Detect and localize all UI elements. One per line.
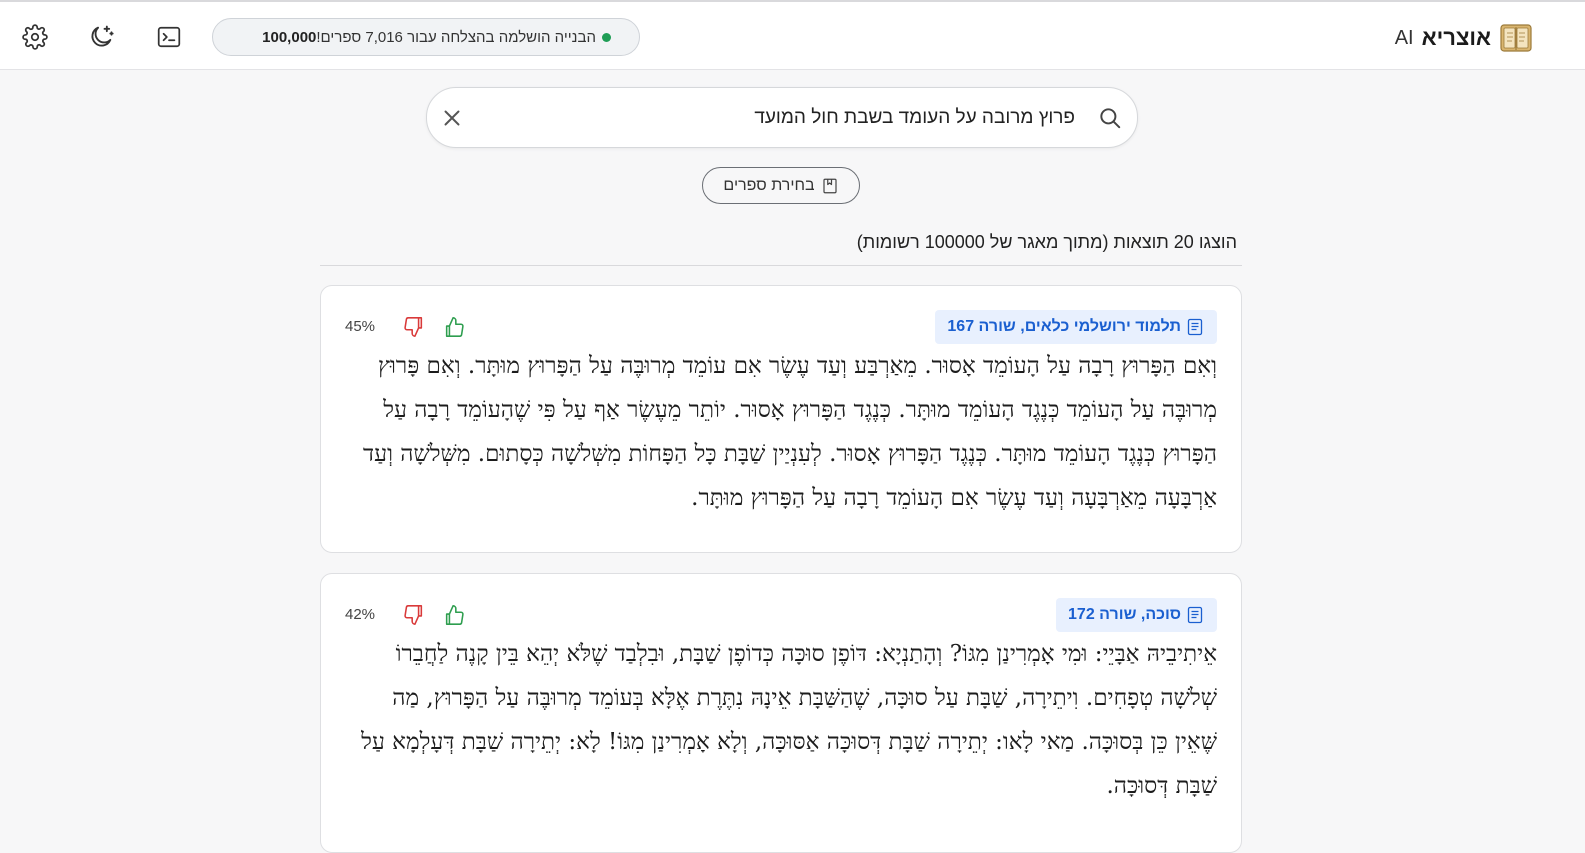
status-text: הבנייה הושלמה בהצלחה עבור 7,016 ספרים!10… [262, 28, 596, 46]
gear-icon [22, 24, 48, 50]
relevance-score: 42% [345, 606, 376, 623]
select-books-button[interactable]: בחירת ספרים [702, 167, 860, 204]
divider [320, 265, 1242, 266]
document-icon [1187, 606, 1203, 624]
top-bar: הבנייה הושלמה בהצלחה עבור 7,016 ספרים!10… [0, 0, 1585, 70]
terminal-icon [157, 26, 181, 48]
brand-ai-label: AI [1394, 26, 1414, 49]
results-summary: הוצגו 20 תוצאות (מתוך מאגר של 100000 רשו… [856, 232, 1237, 252]
select-books-label: בחירת ספרים [723, 176, 815, 194]
bookmark-book-icon [822, 178, 837, 193]
thumbs-up-icon[interactable] [443, 316, 465, 338]
thumbs-down-icon[interactable] [403, 316, 425, 338]
brand-title: אוצריא [1421, 25, 1491, 50]
build-status-badge: הבנייה הושלמה בהצלחה עבור 7,016 ספרים!10… [212, 18, 640, 56]
relevance-score: 45% [345, 318, 376, 335]
terminal-button[interactable] [152, 20, 186, 54]
result-source-label: סוכה, שורה 172 [1068, 606, 1181, 623]
result-card: תלמוד ירושלמי כלאים, שורה 167 45% וְאִם … [320, 285, 1242, 553]
thumbs-up-icon[interactable] [443, 604, 465, 626]
clear-search-icon[interactable] [439, 105, 465, 131]
search-icon[interactable] [1097, 105, 1123, 131]
settings-button[interactable] [18, 20, 52, 54]
book-logo-icon [1500, 24, 1532, 52]
moon-stars-icon [91, 25, 114, 47]
result-source-link[interactable]: תלמוד ירושלמי כלאים, שורה 167 [935, 310, 1217, 344]
result-card: סוכה, שורה 172 42% אֵיתִיבֵיהּ אַבָּיֵי:… [320, 573, 1242, 853]
result-source-link[interactable]: סוכה, שורה 172 [1056, 598, 1217, 632]
thumbs-down-icon[interactable] [403, 604, 425, 626]
search-input[interactable] [487, 100, 1075, 136]
status-dot [602, 32, 611, 42]
result-source-label: תלמוד ירושלמי כלאים, שורה 167 [947, 318, 1181, 335]
document-icon [1187, 318, 1203, 336]
result-text: וְאִם הַפָּרוּץ רָבָה עַל הָעוֹמֵד אָסוּ… [363, 353, 1217, 511]
brand: אוצריא AI [1395, 22, 1533, 54]
result-text: אֵיתִיבֵיהּ אַבָּיֵי: וּמִי אָמְרִינַן מ… [361, 641, 1217, 799]
dark-mode-button[interactable] [84, 20, 118, 54]
search-bar [426, 87, 1138, 148]
